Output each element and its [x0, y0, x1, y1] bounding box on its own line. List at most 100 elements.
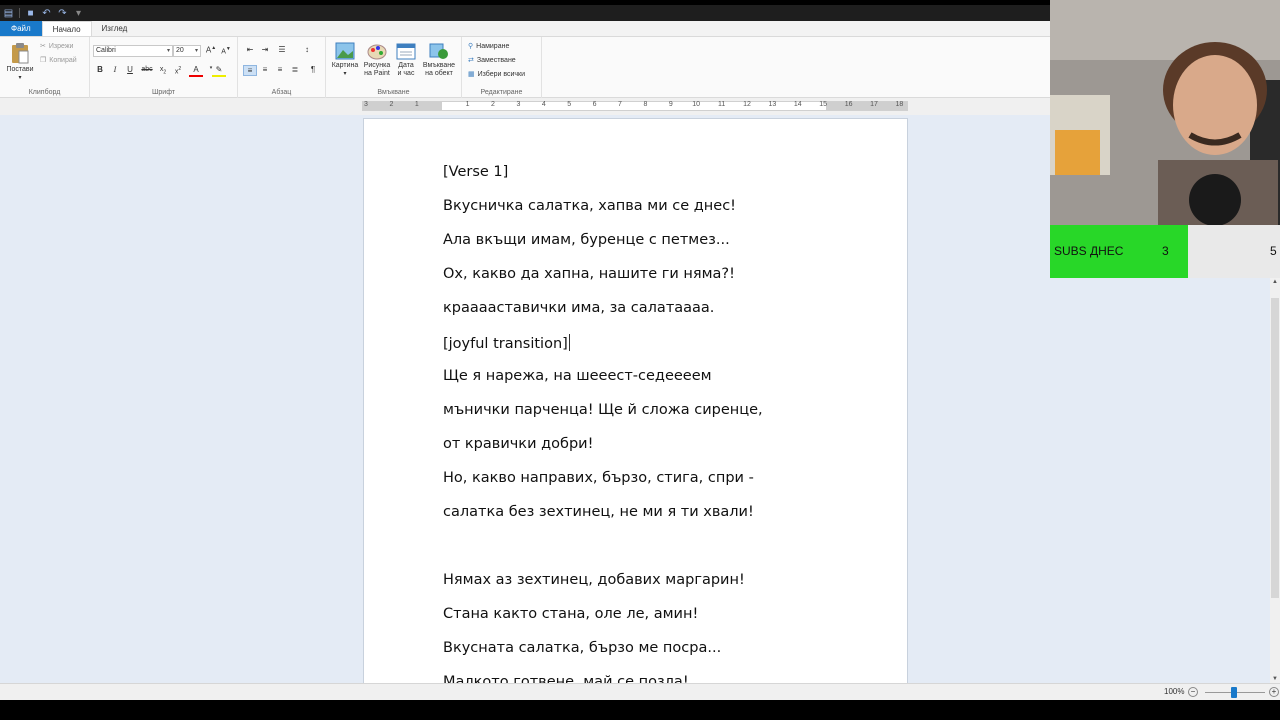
select-all-label: Избери всички — [477, 70, 526, 78]
date-label-2: и час — [397, 70, 415, 77]
zoom-out-button[interactable]: − — [1188, 687, 1198, 697]
font-group: Calibri ▾ 20 ▾ A▲ A▼ B I U abc x2 x2 A ▾… — [90, 37, 238, 98]
insert-object-button[interactable]: Вмъкване на обект — [420, 42, 458, 78]
document-line[interactable]: [joyful transition] — [443, 334, 570, 352]
document-line[interactable]: Ох, какво да хапна, нашите ги няма?! — [443, 266, 735, 282]
cut-label: Изрежи — [48, 42, 74, 50]
zoom-slider[interactable] — [1231, 687, 1237, 698]
insert-group-label: Вмъкване — [377, 89, 410, 96]
picture-label: Картина — [331, 62, 359, 69]
ruler-tick-label: 18 — [895, 101, 904, 108]
document-line[interactable]: Вкусничка салатка, хапва ми се днес! — [443, 198, 736, 214]
insert-picture-button[interactable]: Картина ▾ — [329, 42, 361, 78]
document-line[interactable]: Ала вкъщи имам, буренце с петмез... — [443, 232, 730, 248]
bullet-list-icon[interactable]: ☰ — [275, 45, 289, 54]
bottom-bar — [0, 700, 1280, 720]
paste-button[interactable]: Постави ▾ — [4, 42, 36, 82]
binoculars-icon: ⚲ — [468, 43, 474, 50]
divider — [19, 8, 20, 18]
paint-drawing-button[interactable]: Рисунка на Paint — [361, 42, 393, 78]
italic-button[interactable]: I — [108, 65, 122, 74]
calendar-icon — [396, 43, 416, 60]
customize-toolbar-icon[interactable]: ▾ — [73, 8, 84, 19]
document-page[interactable]: [Verse 1] Вкусничка салатка, хапва ми се … — [363, 118, 908, 683]
paste-label: Постави — [6, 66, 34, 73]
ruler-tick-label: 2 — [491, 101, 495, 108]
copy-label: Копирай — [49, 56, 77, 64]
shrink-font-button[interactable]: A▼ — [219, 46, 233, 55]
ribbon: Постави ▾ ✂ Изрежи ❐ Копирай Клипборд Cal… — [0, 37, 1050, 98]
font-size-value: 20 — [176, 47, 184, 54]
status-bar: 100% − + — [0, 683, 1280, 700]
align-right-button[interactable]: ≡ — [273, 65, 287, 74]
text-cursor — [568, 334, 570, 351]
increase-indent-icon[interactable]: ⇥ — [258, 45, 272, 54]
document-line[interactable]: Ще я нарежа, на шееест-седеееем — [443, 368, 712, 384]
scroll-down-icon[interactable]: ▼ — [1270, 676, 1280, 682]
ruler-tick-label: 4 — [541, 101, 546, 108]
superscript-button[interactable]: x2 — [171, 66, 185, 75]
decrease-indent-icon[interactable]: ⇤ — [243, 45, 257, 54]
clipboard-group-label: Клипборд — [28, 89, 61, 96]
document-line[interactable]: [Verse 1] — [443, 164, 508, 180]
paragraph-group-label: Абзац — [271, 89, 292, 96]
select-all-button[interactable]: ▦ Избери всички — [468, 70, 526, 79]
save-icon[interactable]: ■ — [25, 8, 36, 19]
strikethrough-button[interactable]: abc — [140, 66, 154, 73]
document-line[interactable]: Но, какво направих, бързо, стига, спри - — [443, 470, 754, 486]
redo-icon[interactable]: ↷ — [57, 8, 68, 19]
font-family-select[interactable]: Calibri ▾ — [93, 45, 173, 57]
app-menu-icon[interactable]: ▤ — [3, 8, 14, 19]
replace-label: Заместване — [476, 56, 516, 64]
font-family-value: Calibri — [96, 47, 116, 54]
line-spacing-icon[interactable]: ↕ — [300, 45, 314, 54]
document-line[interactable]: Стана както стана, оле ле, амин! — [443, 606, 698, 622]
replace-button[interactable]: ⇄ Заместване — [468, 56, 516, 65]
grow-font-button[interactable]: A▲ — [204, 45, 218, 55]
ruler-tick-label: 14 — [793, 101, 802, 108]
tab-view[interactable]: Изглед — [92, 21, 138, 36]
paint-label-2: на Paint — [364, 70, 390, 77]
quick-access-toolbar: ▤ ■ ↶ ↷ ▾ — [0, 5, 1050, 21]
ruler-strip[interactable]: 3 2 1 1 2 3 4 5 6 7 8 9 10 11 12 13 14 15 16 17 18 — [362, 101, 908, 111]
copy-button[interactable]: ❐ Копирай — [40, 56, 77, 65]
document-line[interactable]: Нямах аз зехтинец, добавих маргарин! — [443, 572, 745, 588]
undo-icon[interactable]: ↶ — [41, 8, 52, 19]
document-line[interactable]: от кравички добри! — [443, 436, 593, 452]
webcam-image — [1050, 0, 1280, 225]
document-line[interactable]: Малкото готвене, май се позла! — [443, 674, 689, 683]
ruler-tick-label: 15 — [819, 101, 828, 108]
highlight-button[interactable]: ✎ — [212, 65, 226, 77]
paint-label-1: Рисунка — [363, 62, 391, 69]
scroll-thumb[interactable] — [1271, 298, 1279, 598]
document-line[interactable]: мънички парченца! Ще й сложа сиренце, — [443, 402, 763, 418]
font-size-select[interactable]: 20 ▾ — [173, 45, 201, 57]
font-color-button[interactable]: A — [189, 65, 203, 77]
subscript-button[interactable]: x2 — [156, 66, 170, 75]
zoom-in-button[interactable]: + — [1269, 687, 1279, 697]
underline-button[interactable]: U — [123, 65, 137, 74]
ruler-tick-label: 8 — [643, 101, 648, 108]
tab-file[interactable]: Файл — [0, 21, 42, 36]
paragraph-settings-icon[interactable]: ¶ — [306, 65, 320, 74]
bold-button[interactable]: B — [93, 65, 107, 74]
scroll-up-icon[interactable]: ▲ — [1270, 279, 1280, 285]
justify-button[interactable]: ≣ — [288, 65, 302, 74]
ruler-tick-label: 16 — [844, 101, 853, 108]
align-center-button[interactable]: ≡ — [258, 65, 272, 74]
vertical-scrollbar[interactable]: ▲ ▼ — [1270, 278, 1280, 683]
document-line[interactable]: крааааставички има, за салатаааа. — [443, 300, 714, 316]
font-group-label: Шрифт — [151, 89, 176, 96]
ruler-tick-label: 10 — [692, 101, 701, 108]
cut-button[interactable]: ✂ Изрежи — [40, 42, 74, 51]
ruler-tick-label: 12 — [743, 101, 751, 108]
subs-counter: SUBS ДНЕС 3 5 — [1050, 225, 1280, 278]
align-left-button[interactable]: ≡ — [243, 65, 257, 76]
find-button[interactable]: ⚲ Намиране — [468, 42, 509, 51]
tab-home[interactable]: Начало — [41, 21, 92, 36]
subs-goal: 5 — [1270, 244, 1277, 258]
editing-group-label: Редактиране — [480, 89, 523, 96]
date-time-button[interactable]: Дата и час — [393, 42, 419, 78]
document-line[interactable]: салатка без зехтинец, не ми я ти хвали! — [443, 504, 754, 520]
document-line[interactable]: Вкусната салатка, бързо ме посра... — [443, 640, 721, 656]
